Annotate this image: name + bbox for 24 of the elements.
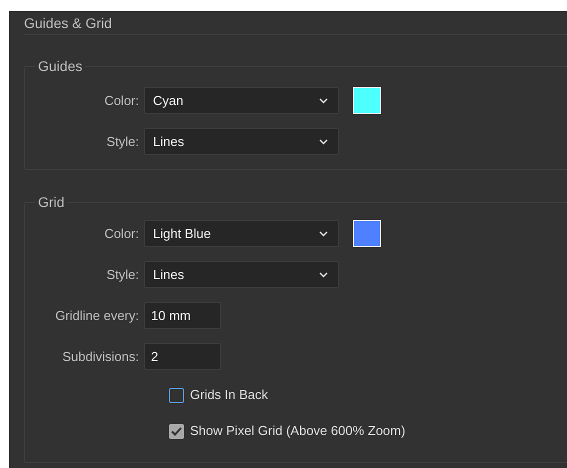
- checkbox[interactable]: [169, 388, 184, 402]
- chevron-down-icon: [319, 138, 328, 144]
- panel-title: Guides & Grid: [24, 14, 112, 33]
- chevron-down-icon: [319, 230, 328, 236]
- field-label: Subdivisions:: [62, 348, 139, 366]
- field-label: Style:: [106, 132, 139, 151]
- field-label: Gridline every:: [55, 306, 139, 325]
- input-field[interactable]: 2: [144, 343, 221, 370]
- chevron-down-icon: [319, 98, 328, 104]
- color-swatch[interactable]: [353, 87, 381, 114]
- input-field[interactable]: 10 mm: [144, 302, 221, 329]
- dropdown[interactable]: Lines: [144, 261, 339, 288]
- field-label: Color:: [104, 92, 139, 110]
- checkbox-label: Show Pixel Grid (Above 600% Zoom): [190, 422, 406, 440]
- dropdown[interactable]: Lines: [144, 128, 339, 155]
- dropdown[interactable]: Cyan: [144, 87, 339, 114]
- chevron-down-icon: [319, 272, 328, 278]
- field-label: Color:: [104, 224, 139, 243]
- dropdown[interactable]: Light Blue: [144, 220, 339, 247]
- checkbox[interactable]: [169, 424, 184, 438]
- field-label: Style:: [106, 266, 139, 284]
- checkmark-icon: [171, 426, 182, 436]
- color-swatch[interactable]: [353, 220, 381, 247]
- checkbox-label: Grids In Back: [190, 386, 268, 404]
